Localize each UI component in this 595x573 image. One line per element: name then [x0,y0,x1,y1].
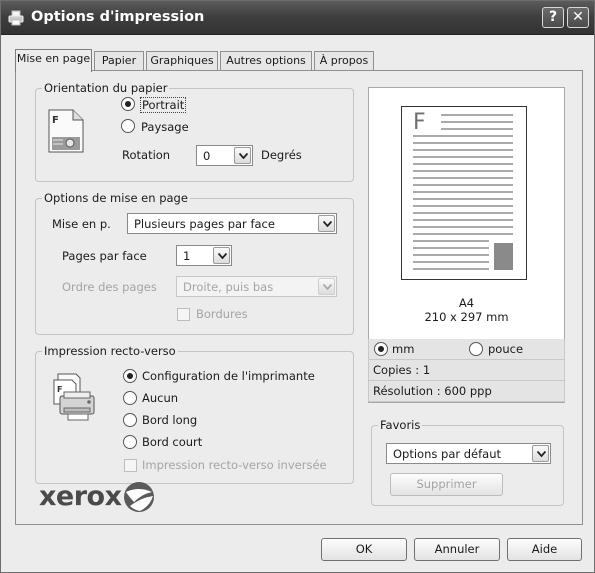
supprimer-button[interactable]: Supprimer [390,473,503,496]
tab-mise-en-page[interactable]: Mise en page [15,49,92,72]
favoris-select[interactable]: Options par défaut [386,443,551,464]
layout-options-group: Options de mise en page Mise en p. Plusi… [35,191,354,335]
unit-pouce-radio[interactable] [469,342,483,356]
ordre-pages-label: Ordre des pages [62,280,157,294]
chevron-down-icon[interactable] [213,247,230,264]
resolution-info: Résolution : 600 ppp [373,384,492,398]
favoris-legend: Favoris [378,418,423,432]
duplex-printer-icon: F [53,373,95,421]
title-bar[interactable]: Options d'impression ? ✕ [1,1,594,35]
print-options-dialog: Options d'impression ? ✕ Mise en page Pa… [0,0,595,573]
duplex-config-radio[interactable] [123,369,137,383]
duplex-aucun-label[interactable]: Aucun [142,391,178,405]
window-title: Options d'impression [31,9,205,25]
pages-per-side-value: 1 [183,249,191,263]
xerox-logo-text: xerox [39,481,122,512]
chevron-down-icon[interactable] [318,215,335,232]
unit-mm-label[interactable]: mm [392,342,414,356]
units-row: mm pouce [368,339,565,360]
cancel-button[interactable]: Annuler [414,538,500,561]
paper-name: A4 [458,296,475,310]
tab-papier[interactable]: Papier [94,51,144,71]
tab-panel-mise-en-page: Orientation du papier F Portrait Paysage… [15,70,583,525]
portrait-label[interactable]: Portrait [140,97,187,113]
chevron-down-icon[interactable] [234,147,251,164]
duplex-legend: Impression recto-verso [42,344,178,358]
duplex-inverse-label: Impression recto-verso inversée [142,458,327,472]
duplex-bord-court-radio[interactable] [123,435,137,449]
rotation-value: 0 [203,149,211,163]
paysage-radio[interactable] [121,119,135,133]
chevron-down-icon [318,278,335,295]
bordures-label: Bordures [196,307,248,321]
duplex-config-label[interactable]: Configuration de l'imprimante [142,369,315,383]
favoris-value: Options par défaut [393,447,502,461]
layout-type-select[interactable]: Plusieurs pages par face [127,213,337,234]
svg-text:F: F [57,385,62,394]
orientation-group: Orientation du papier F Portrait Paysage… [35,81,354,182]
duplex-aucun-radio[interactable] [123,391,137,405]
mise-en-p-label: Mise en p. [52,217,111,231]
ok-button[interactable]: OK [321,538,407,561]
page-order-select[interactable]: Droite, puis bas [176,276,337,297]
tab-a-propos[interactable]: À propos [314,51,374,71]
duplex-bord-court-label[interactable]: Bord court [142,435,202,449]
help-title-button[interactable]: ? [542,7,564,28]
copies-info: Copies : 1 [373,363,431,377]
rotation-label: Rotation [122,148,171,162]
unit-pouce-label[interactable]: pouce [488,342,523,356]
duplex-inverse-checkbox[interactable] [124,459,137,472]
preview-page-letter: F [413,110,430,135]
portrait-radio[interactable] [121,97,135,111]
resolution-row: Résolution : 600 ppp [368,381,565,402]
duplex-bord-long-label[interactable]: Bord long [142,413,197,427]
degres-label: Degrés [261,148,302,162]
pages-par-face-label: Pages par face [62,249,147,263]
favoris-group: Favoris Options par défaut Supprimer [371,418,564,506]
pages-per-side-select[interactable]: 1 [176,245,232,266]
layout-options-legend: Options de mise en page [42,191,190,205]
page-order-value: Droite, puis bas [183,280,274,294]
document-portrait-icon: F [48,109,84,153]
orientation-legend: Orientation du papier [42,81,170,95]
xerox-sphere-icon [124,482,154,512]
duplex-group: Impression recto-verso F Configuration d… [35,344,354,484]
layout-type-value: Plusieurs pages par face [134,217,275,231]
unit-mm-radio[interactable] [374,342,388,356]
svg-text:F: F [52,115,59,126]
chevron-down-icon[interactable] [532,445,549,462]
duplex-bord-long-radio[interactable] [123,413,137,427]
bordures-checkbox[interactable] [177,308,190,321]
close-button[interactable]: ✕ [567,7,589,28]
paysage-label[interactable]: Paysage [141,120,189,134]
rotation-select[interactable]: 0 [196,145,253,166]
paper-size: 210 x 297 mm [424,310,509,324]
tab-graphiques[interactable]: Graphiques [146,51,218,71]
tab-autres-options[interactable]: Autres options [220,51,312,71]
copies-row: Copies : 1 [368,360,565,381]
printer-icon [8,10,24,26]
help-button[interactable]: Aide [507,538,582,561]
